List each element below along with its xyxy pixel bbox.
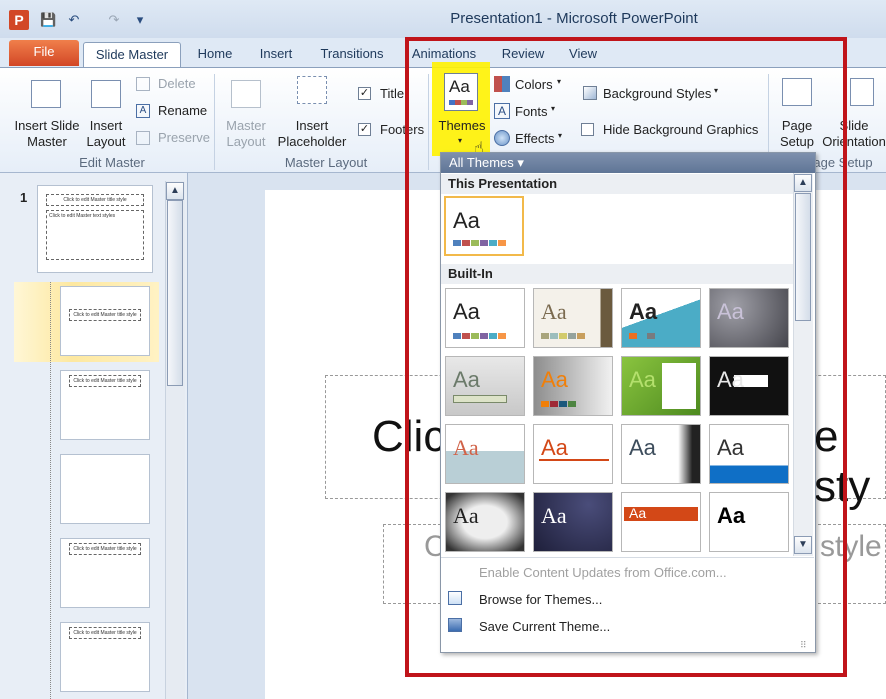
insert-slide-master-button[interactable]: Insert Slide Master [8, 118, 86, 150]
insert-layout-button[interactable]: Insert Layout [82, 118, 130, 150]
master-layout-icon [231, 80, 261, 108]
preserve-icon [136, 131, 150, 145]
rename-button[interactable]: Rename [158, 103, 207, 119]
footers-checkbox[interactable]: ✓ [358, 123, 371, 136]
placeholder-icon [297, 76, 327, 104]
thumbnail-tree-line [50, 282, 51, 699]
annotation-red-rectangle [405, 37, 847, 677]
thumbnail-title-text: Click to edit Master title style [69, 375, 141, 387]
tab-slide-master[interactable]: Slide Master [83, 42, 181, 68]
edit-master-group-label: Edit Master [79, 155, 145, 170]
thumbnail-scrollbar-thumb[interactable] [167, 200, 183, 386]
tab-home[interactable]: Home [190, 42, 240, 68]
scroll-up-icon[interactable]: ▲ [166, 182, 184, 200]
thumbnail-title-text: Click to edit Master title style [69, 309, 141, 321]
layout-icon [91, 80, 121, 108]
window-title: Presentation1 - Microsoft PowerPoint [450, 10, 698, 27]
insert-placeholder-button[interactable]: Insert Placeholder [268, 118, 356, 150]
slide-master-icon [31, 80, 61, 108]
thumbnail-title-text: Click to edit Master title style [69, 627, 141, 639]
tab-transitions[interactable]: Transitions [312, 42, 392, 68]
slide-orientation-icon [850, 78, 874, 106]
thumbnail-body-text: Click to edit Master text styles [46, 210, 144, 260]
thumbnail-layout-comparison[interactable]: Click to edit Master title style [60, 622, 150, 692]
preserve-button[interactable]: Preserve [158, 130, 210, 146]
thumbnail-title-text: Click to edit Master title style [46, 194, 144, 206]
thumbnail-layout-content[interactable]: Click to edit Master title style [60, 370, 150, 440]
title-checkbox[interactable]: ✓ [358, 87, 371, 100]
thumbnail-number: 1 [20, 190, 28, 205]
tab-insert[interactable]: Insert [250, 42, 302, 68]
thumbnail-layout-two-content[interactable]: Click to edit Master title style [60, 538, 150, 608]
thumbnail-layout-section[interactable] [60, 454, 150, 524]
master-layout-button[interactable]: Master Layout [222, 118, 270, 150]
rename-icon: A [136, 104, 150, 118]
tab-file[interactable]: File [9, 40, 79, 66]
title-checkbox-label: Title [380, 86, 405, 101]
master-layout-group-label: Master Layout [284, 155, 368, 170]
thumbnail-layout-title[interactable]: Click to edit Master title style [60, 286, 150, 356]
group-separator [214, 74, 215, 170]
thumbnail-slide-master[interactable]: Click to edit Master title style Click t… [37, 185, 153, 273]
thumbnail-title-text: Click to edit Master title style [69, 543, 141, 555]
delete-icon [136, 77, 150, 91]
delete-button[interactable]: Delete [158, 76, 196, 92]
